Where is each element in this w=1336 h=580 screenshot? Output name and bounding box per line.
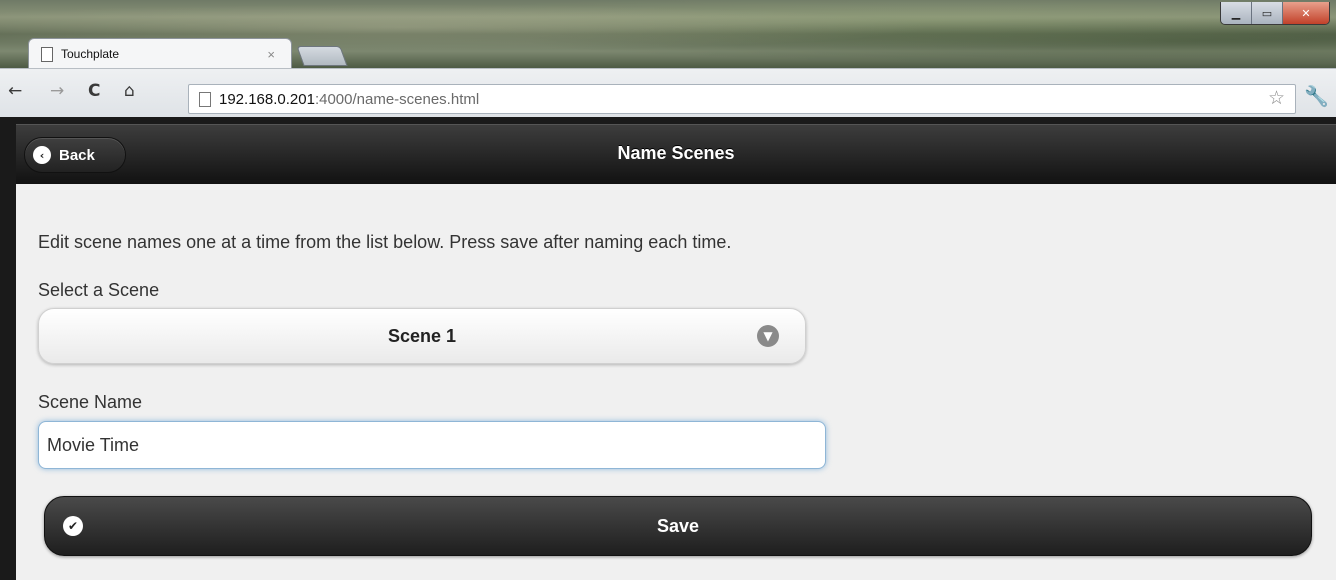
main-content: Edit scene names one at a time from the … [16,184,1336,580]
scene-name-input[interactable]: Movie Time [38,421,826,469]
home-icon[interactable]: ⌂ [124,81,135,101]
address-host: 192.168.0.201 [219,90,315,108]
page-icon [41,46,53,62]
save-button-label: Save [656,516,700,536]
page-title: Name Scenes [617,143,735,163]
window-titlebar: ▁ ▭ ✕ Touchplate × [0,0,1336,69]
tab-close-icon[interactable]: × [267,47,275,62]
address-path: :4000/name-scenes.html [314,90,480,108]
app-header: ‹ Back Name Scenes [16,124,1336,185]
new-tab-button[interactable] [296,46,348,66]
page-icon [199,91,211,107]
wrench-icon[interactable]: 🔧 [1304,84,1329,108]
browser-tab[interactable]: Touchplate × [28,38,292,69]
minimize-button[interactable]: ▁ [1221,2,1251,24]
reload-icon[interactable]: C [88,81,100,101]
maximize-button[interactable]: ▭ [1251,2,1282,24]
chevron-down-icon: ▼ [757,325,779,347]
instructions-text: Edit scene names one at a time from the … [38,232,732,252]
window-controls: ▁ ▭ ✕ [1220,2,1330,25]
address-bar[interactable]: 192.168.0.201:4000/name-scenes.html ☆ [188,84,1296,114]
close-window-button[interactable]: ✕ [1282,2,1329,24]
tab-title: Touchplate [61,47,120,61]
scene-select[interactable]: Scene 1 ▼ [38,308,806,364]
forward-arrow-icon[interactable]: → [50,81,64,101]
back-arrow-icon[interactable]: ← [8,81,22,101]
save-button[interactable]: ✔ Save [44,496,1312,556]
bookmark-star-icon[interactable]: ☆ [1268,87,1285,109]
selected-scene: Scene 1 [387,326,457,346]
scene-name-label: Scene Name [38,392,143,412]
select-scene-label: Select a Scene [38,280,160,300]
